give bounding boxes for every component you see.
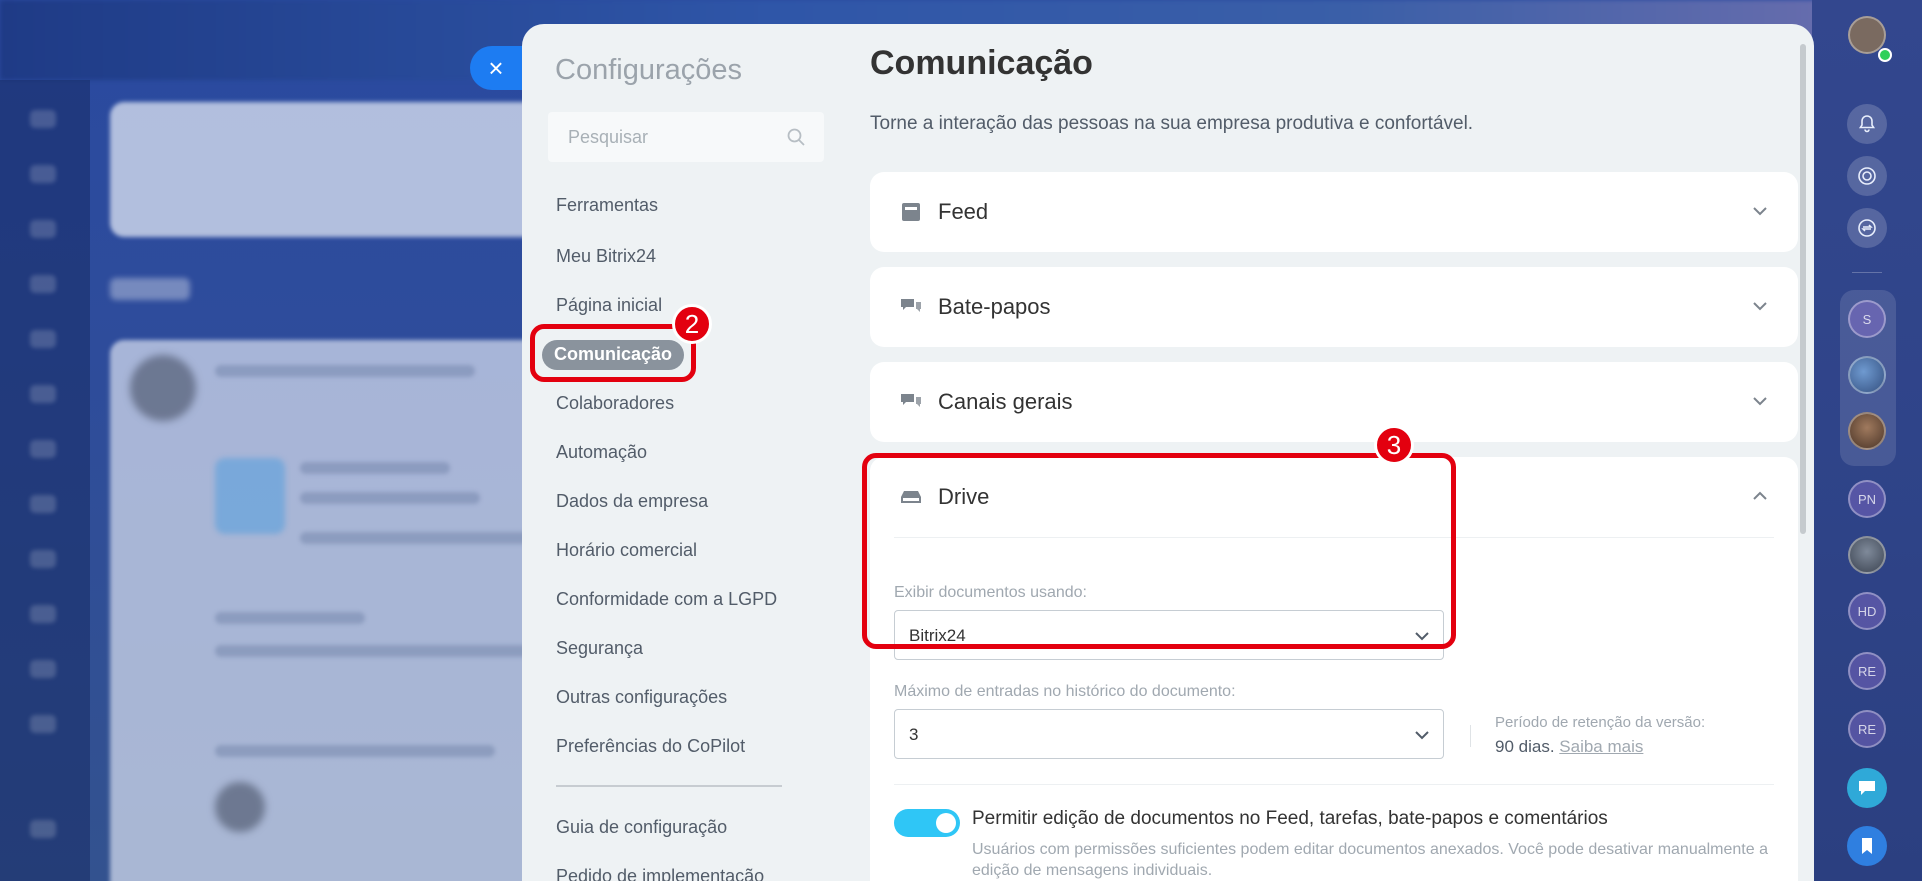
chevron-up-icon <box>1753 491 1767 500</box>
background-left-menu <box>0 80 90 881</box>
section-drive: Drive Exibir documentos usando: Bitrix24… <box>862 425 1798 881</box>
background-avatar <box>130 355 196 421</box>
chat-avatar-re-2[interactable]: RE <box>1848 710 1886 748</box>
background-feed-title <box>110 278 190 300</box>
settings-panel: Configurações Ferramentas Meu Bitrix24 P… <box>522 24 1814 881</box>
chat-avatar-s[interactable]: S <box>1848 300 1886 338</box>
nav-item-automacao[interactable]: Automação <box>556 442 647 463</box>
bell-icon[interactable] <box>1847 104 1887 144</box>
settings-title: Configurações <box>555 54 742 86</box>
section-label: Feed <box>938 199 989 224</box>
chat-avatar-person[interactable] <box>1848 412 1886 450</box>
nav-item-dados-da-empresa[interactable]: Dados da empresa <box>556 491 708 512</box>
chevron-down-icon <box>1753 302 1767 311</box>
retention-value-row: 90 dias. Saiba mais <box>1495 737 1643 757</box>
nav-item-pagina-inicial[interactable]: Página inicial <box>556 295 662 316</box>
scrollbar[interactable] <box>1800 44 1806 534</box>
sync-icon[interactable] <box>1847 208 1887 248</box>
divider <box>1470 725 1471 747</box>
callout-highlight-3 <box>862 453 1456 649</box>
divider <box>894 784 1774 785</box>
nav-item-pedido-de-implementacao[interactable]: Pedido de implementação <box>556 866 764 881</box>
messenger-icon[interactable] <box>1847 768 1887 808</box>
allow-edit-title: Permitir edição de documentos no Feed, t… <box>972 808 1608 829</box>
background-post-form <box>110 102 550 237</box>
divider <box>1852 272 1882 273</box>
callout-highlight-2 <box>530 324 696 382</box>
section-label: Bate-papos <box>938 294 1051 319</box>
channels-icon <box>901 394 921 407</box>
chevron-down-icon <box>1753 207 1767 216</box>
search-input[interactable] <box>548 112 824 162</box>
description-line: Usuários com permissões suficientes pode… <box>972 841 1768 858</box>
online-status-icon <box>1878 48 1892 62</box>
chat-avatar-re-1[interactable]: RE <box>1848 652 1886 690</box>
callout-badge-2: 2 <box>672 304 712 344</box>
main-content: Comunicação Torne a interação das pessoa… <box>846 24 1798 881</box>
close-icon: × <box>488 52 504 83</box>
right-sidebar: S PN HD RE RE <box>1812 0 1922 881</box>
chat-icon <box>901 299 921 312</box>
settings-nav: Configurações Ferramentas Meu Bitrix24 P… <box>522 24 824 881</box>
chat-avatar-hd[interactable]: HD <box>1848 592 1886 630</box>
select-value: 3 <box>909 725 919 744</box>
section-label: Canais gerais <box>938 389 1073 414</box>
allow-edit-toggle[interactable] <box>894 809 960 837</box>
chat-avatar-man[interactable] <box>1848 536 1886 574</box>
history-max-select[interactable]: 3 <box>894 709 1444 759</box>
section-feed-header[interactable]: Feed <box>870 172 1798 252</box>
background-calendar-icon <box>215 458 285 534</box>
toggle-knob <box>936 813 956 833</box>
target-icon[interactable] <box>1847 156 1887 196</box>
nav-item-horario-comercial[interactable]: Horário comercial <box>556 540 697 561</box>
nav-item-guia-de-configuracao[interactable]: Guia de configuração <box>556 817 727 838</box>
nav-item-lgpd[interactable]: Conformidade com a LGPD <box>556 589 777 610</box>
nav-item-copilot[interactable]: Preferências do CoPilot <box>556 736 745 757</box>
nav-divider <box>556 785 782 787</box>
nav-item-colaboradores[interactable]: Colaboradores <box>556 393 674 414</box>
page-title: Comunicação <box>870 44 1093 82</box>
section-bate-papos-header[interactable]: Bate-papos <box>870 267 1798 347</box>
close-button[interactable]: × <box>470 46 522 90</box>
allow-edit-description: Usuários com permissões suficientes pode… <box>972 839 1772 881</box>
nav-item-ferramentas[interactable]: Ferramentas <box>556 195 658 216</box>
chevron-down-icon <box>1753 397 1767 406</box>
learn-more-link[interactable]: Saiba mais <box>1559 737 1643 756</box>
callout-badge-3: 3 <box>1374 425 1414 465</box>
chat-avatar-photo[interactable] <box>1848 356 1886 394</box>
page-description: Torne a interação das pessoas na sua emp… <box>870 113 1474 134</box>
retention-value: 90 dias. <box>1495 737 1555 756</box>
section-bate-papos: Bate-papos <box>870 267 1798 347</box>
description-line: edição de mensagens individuais. <box>972 862 1213 879</box>
search-box <box>548 112 824 162</box>
feed-icon <box>902 203 920 221</box>
chevron-down-icon <box>1415 731 1429 740</box>
section-feed: Feed <box>870 172 1798 252</box>
history-max-label: Máximo de entradas no histórico do docum… <box>894 683 1236 700</box>
bookmark-icon[interactable] <box>1847 826 1887 866</box>
section-canais-gerais: Canais gerais <box>870 362 1798 442</box>
chat-avatar-pn[interactable]: PN <box>1848 480 1886 518</box>
background-avatar-2 <box>215 782 265 832</box>
retention-label: Período de retenção da versão: <box>1495 714 1706 731</box>
background-feed-post <box>110 340 550 881</box>
search-icon[interactable] <box>786 127 806 147</box>
section-canais-gerais-header[interactable]: Canais gerais <box>870 362 1798 442</box>
nav-item-meu-bitrix24[interactable]: Meu Bitrix24 <box>556 246 656 267</box>
nav-item-outras-configuracoes[interactable]: Outras configurações <box>556 687 727 708</box>
nav-item-seguranca[interactable]: Segurança <box>556 638 643 659</box>
